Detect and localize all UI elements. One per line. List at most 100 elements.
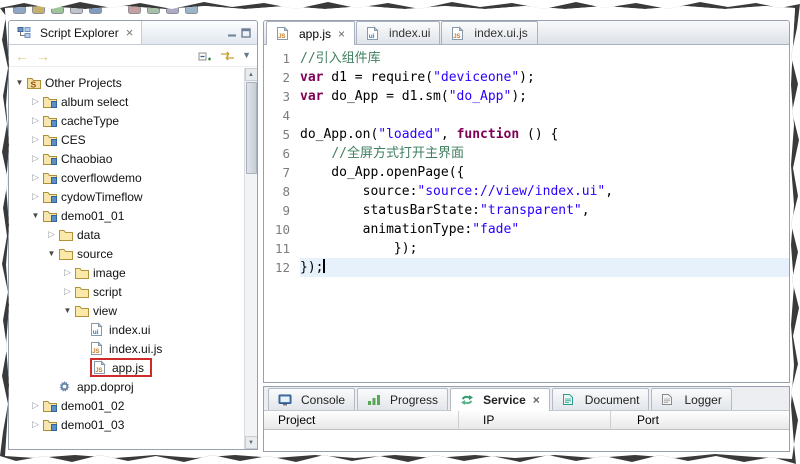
close-icon[interactable]: ×: [126, 25, 134, 40]
code-text: do_App.openPage({: [300, 163, 789, 182]
column-header-ip[interactable]: IP: [459, 411, 611, 429]
tree-item-cachetype[interactable]: ▷cacheType: [9, 111, 244, 130]
tree-item-app-js[interactable]: JSapp.js: [9, 358, 244, 377]
scroll-down-icon[interactable]: ▼: [245, 436, 258, 449]
tree-item-chaobiao[interactable]: ▷Chaobiao: [9, 149, 244, 168]
tree-item-demo01-02[interactable]: ▷ demo01_02: [9, 396, 244, 415]
line-number: 4: [264, 106, 300, 125]
collapsed-arrow-icon[interactable]: ▷: [45, 229, 58, 240]
bottom-tab-logger[interactable]: Logger: [651, 388, 731, 410]
toolbar-icon-5[interactable]: [89, 3, 102, 14]
tree-item-coverflowdemo[interactable]: ▷coverflowdemo: [9, 168, 244, 187]
close-icon[interactable]: ×: [533, 393, 540, 407]
toolbar-icon-1[interactable]: [13, 3, 26, 14]
tree-item-index-ui[interactable]: ui index.ui: [9, 320, 244, 339]
editor-tab-index-ui-js[interactable]: JS index.ui.js: [441, 21, 537, 44]
script-explorer-icon: [17, 26, 35, 39]
tree-scrollbar[interactable]: ▲ ▼: [244, 68, 257, 449]
tree-item-view[interactable]: ▼ view: [9, 301, 244, 320]
tree-item-source[interactable]: ▼source: [9, 244, 244, 263]
code-token: do_App.on(: [300, 127, 378, 142]
tree-item-label: index.ui: [108, 323, 150, 337]
view-menu-icon[interactable]: ▼: [242, 51, 251, 60]
code-token: ,: [441, 127, 457, 142]
collapsed-arrow-icon[interactable]: ▷: [29, 400, 42, 411]
close-icon[interactable]: ×: [338, 27, 345, 41]
tree-item-label: demo01_02: [60, 399, 124, 413]
expanded-arrow-icon[interactable]: ▼: [29, 211, 42, 220]
tree-item-script[interactable]: ▷script: [9, 282, 244, 301]
scroll-up-icon[interactable]: ▲: [245, 68, 258, 81]
collapse-all-icon[interactable]: [198, 50, 213, 62]
bottom-tab-console[interactable]: Console: [268, 388, 355, 410]
collapsed-arrow-icon[interactable]: ▷: [29, 96, 42, 107]
tree-item-ces[interactable]: ▷ CES: [9, 130, 244, 149]
column-header-project[interactable]: Project: [264, 411, 459, 429]
bottom-tab-progress[interactable]: Progress: [357, 388, 448, 410]
back-arrow-icon[interactable]: ←: [15, 49, 29, 63]
code-editor[interactable]: 1//引入组件库2var d1 = require("deviceone");3…: [264, 45, 789, 382]
tree-item-demo01-03[interactable]: ▷demo01_03: [9, 415, 244, 434]
expanded-arrow-icon[interactable]: ▼: [13, 78, 26, 87]
text-cursor: [323, 259, 325, 273]
toolbar-icon-7[interactable]: [147, 3, 160, 14]
link-with-editor-icon[interactable]: [220, 50, 235, 62]
toolbar-icon-4[interactable]: [70, 3, 83, 14]
folder-icon: [58, 228, 76, 242]
tree-item-label: CES: [60, 133, 86, 147]
collapsed-arrow-icon[interactable]: ▷: [29, 191, 42, 202]
maximize-icon[interactable]: [241, 28, 251, 38]
toolbar-icon-6[interactable]: [128, 3, 141, 14]
bottom-tab-label: Service: [483, 393, 526, 407]
file-js-icon: JS: [451, 26, 469, 41]
file-js-icon: JS: [90, 341, 108, 356]
toolbar-icon-3[interactable]: [51, 3, 64, 14]
line-number: 8: [264, 182, 300, 201]
column-header-port[interactable]: Port: [611, 411, 789, 429]
folder-icon: [74, 304, 92, 318]
tree-item-app-doproj[interactable]: app.doproj: [9, 377, 244, 396]
minimize-icon[interactable]: [227, 28, 237, 38]
collapsed-arrow-icon[interactable]: ▷: [61, 267, 74, 278]
collapsed-arrow-icon[interactable]: ▷: [29, 153, 42, 164]
collapsed-arrow-icon[interactable]: ▷: [61, 286, 74, 297]
collapsed-arrow-icon[interactable]: ▷: [29, 115, 42, 126]
editor-tab-index-ui[interactable]: uiindex.ui: [356, 21, 440, 44]
tree-item-label: Other Projects: [44, 76, 122, 90]
expanded-arrow-icon[interactable]: ▼: [61, 306, 74, 315]
tree-item-index-ui-js[interactable]: JSindex.ui.js: [9, 339, 244, 358]
tree-item-label: view: [92, 304, 117, 318]
code-line-10: 10 animationType:"fade": [264, 220, 789, 239]
expanded-arrow-icon[interactable]: ▼: [45, 249, 58, 258]
toolbar-icon-2[interactable]: [32, 3, 45, 14]
tree-item-image[interactable]: ▷image: [9, 263, 244, 282]
logger-icon: [661, 393, 679, 406]
collapsed-arrow-icon[interactable]: ▷: [29, 134, 42, 145]
tree-item-demo01-01[interactable]: ▼demo01_01: [9, 206, 244, 225]
code-token: do_App.openPage({: [300, 165, 464, 180]
toolbar-icon-9[interactable]: [185, 3, 198, 14]
bottom-tab-service[interactable]: Service ×: [450, 388, 550, 411]
tab-script-explorer[interactable]: Script Explorer ×: [9, 21, 142, 44]
editor-tab-label: index.ui.js: [474, 26, 527, 40]
tree-item-label: index.ui.js: [108, 342, 162, 356]
editor-tab-label: app.js: [299, 27, 331, 41]
collapsed-arrow-icon[interactable]: ▷: [29, 172, 42, 183]
line-number: 9: [264, 201, 300, 220]
tree-item-album-select[interactable]: ▷album select: [9, 92, 244, 111]
svg-text:JS: JS: [95, 368, 102, 374]
editor-tab-app-js[interactable]: JSapp.js×: [266, 21, 355, 45]
tree-item-data[interactable]: ▷data: [9, 225, 244, 244]
code-line-1: 1//引入组件库: [264, 49, 789, 68]
svg-text:ui: ui: [93, 329, 99, 336]
scrollbar-thumb[interactable]: [246, 82, 257, 174]
toolbar-icon-8[interactable]: [166, 3, 179, 14]
forward-arrow-icon[interactable]: →: [36, 49, 50, 63]
tree-item-cydowtimeflow[interactable]: ▷cydowTimeflow: [9, 187, 244, 206]
collapsed-arrow-icon[interactable]: ▷: [29, 419, 42, 430]
explorer-toolbar: ← → ▼: [9, 45, 257, 67]
code-token: var: [300, 70, 323, 85]
tree-item-other-projects[interactable]: ▼SOther Projects: [9, 73, 244, 92]
project-icon: [42, 114, 60, 128]
bottom-tab-document[interactable]: Document: [552, 388, 650, 410]
